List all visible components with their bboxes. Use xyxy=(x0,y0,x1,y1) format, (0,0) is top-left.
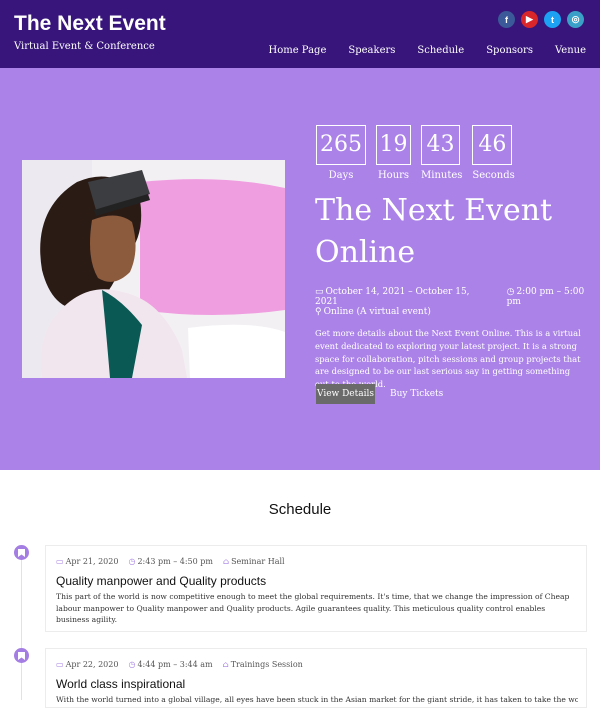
social-links: f ▶ t ◎ xyxy=(498,11,584,28)
schedule-item[interactable]: ▭ Apr 21, 2020 ◷ 2:43 pm – 4:50 pm ⌂ Semina… xyxy=(45,545,587,632)
instagram-icon[interactable]: ◎ xyxy=(567,11,584,28)
site-title[interactable]: The Next Event xyxy=(14,12,166,36)
event-date-text: October 14, 2021 – October 15, 2021 xyxy=(315,287,470,307)
schedule-title: Schedule xyxy=(268,501,332,518)
nav-sponsors[interactable]: Sponsors xyxy=(486,45,533,56)
schedule-time: ◷ 2:43 pm – 4:50 pm xyxy=(128,557,213,566)
clock-icon: ◷ xyxy=(506,287,515,297)
bookmark-icon xyxy=(14,545,29,560)
timeline-line xyxy=(21,550,22,700)
youtube-icon[interactable]: ▶ xyxy=(521,11,538,28)
hero-section: 265 Days 19 Hours 43 Minutes 46 Seconds … xyxy=(0,68,600,470)
site-tagline: Virtual Event & Conference xyxy=(14,41,155,52)
countdown: 265 Days 19 Hours 43 Minutes 46 Seconds xyxy=(316,125,515,181)
countdown-hours: 19 Hours xyxy=(376,125,411,181)
buy-tickets-button[interactable]: Buy Tickets xyxy=(390,384,443,404)
countdown-hours-label: Hours xyxy=(377,170,410,181)
bookmark-icon xyxy=(14,648,29,663)
event-time-text: 2:00 pm – 5:00 pm xyxy=(506,287,585,307)
countdown-days-label: Days xyxy=(328,170,354,181)
site-header: The Next Event Virtual Event & Conferenc… xyxy=(0,0,600,68)
schedule-time: ◷ 4:44 pm – 3:44 am xyxy=(128,660,212,669)
schedule-venue-text: Seminar Hall xyxy=(231,557,285,566)
countdown-hours-value: 19 xyxy=(376,125,411,165)
facebook-icon[interactable]: f xyxy=(498,11,515,28)
schedule-item-title[interactable]: Quality manpower and Quality products xyxy=(56,574,266,588)
event-title: The Next Event Online xyxy=(315,193,553,270)
schedule-venue: ⌂ Trainings Session xyxy=(223,660,303,669)
countdown-minutes: 43 Minutes xyxy=(421,125,462,181)
schedule-date: ▭ Apr 21, 2020 xyxy=(56,557,118,566)
schedule-venue: ⌂ Seminar Hall xyxy=(223,557,285,566)
nav-schedule[interactable]: Schedule xyxy=(417,45,464,56)
clock-icon: ◷ xyxy=(128,557,136,566)
nav-speakers[interactable]: Speakers xyxy=(348,45,395,56)
schedule-date: ▭ Apr 22, 2020 xyxy=(56,660,118,669)
clock-icon: ◷ xyxy=(128,660,136,669)
event-meta: ▭ October 14, 2021 – October 15, 2021 ◷ 2:… xyxy=(315,287,600,307)
schedule-venue-text: Trainings Session xyxy=(230,660,303,669)
twitter-icon[interactable]: t xyxy=(544,11,561,28)
countdown-minutes-label: Minutes xyxy=(421,170,463,181)
countdown-days-value: 265 xyxy=(316,125,366,165)
schedule-item[interactable]: ▭ Apr 22, 2020 ◷ 4:44 pm – 3:44 am ⌂ Traini… xyxy=(45,648,587,708)
schedule-time-text: 2:43 pm – 4:50 pm xyxy=(137,557,213,566)
countdown-days: 265 Days xyxy=(316,125,366,181)
calendar-icon: ▭ xyxy=(315,287,324,297)
main-nav: Home Page Speakers Schedule Sponsors Ven… xyxy=(268,45,586,56)
schedule-item-meta: ▭ Apr 22, 2020 ◷ 4:44 pm – 3:44 am ⌂ Traini… xyxy=(56,660,303,669)
schedule-item-description: This part of the world is now competitiv… xyxy=(56,592,570,624)
event-location: ⚲ Online (A virtual event) xyxy=(315,307,431,317)
schedule-date-text: Apr 21, 2020 xyxy=(65,557,119,566)
event-description: Get more details about the Next Event On… xyxy=(315,328,581,389)
map-pin-icon: ⚲ xyxy=(315,307,322,317)
schedule-item-meta: ▭ Apr 21, 2020 ◷ 2:43 pm – 4:50 pm ⌂ Semina… xyxy=(56,557,285,566)
event-time: ◷ 2:00 pm – 5:00 pm xyxy=(507,287,600,307)
schedule-section: Schedule ▭ Apr 21, 2020 ◷ 2:43 pm – 4:50 p… xyxy=(0,470,600,708)
home-icon: ⌂ xyxy=(222,557,230,566)
countdown-seconds-label: Seconds xyxy=(472,170,515,181)
nav-venue[interactable]: Venue xyxy=(555,45,586,56)
countdown-seconds-value: 46 xyxy=(472,125,513,165)
countdown-seconds: 46 Seconds xyxy=(472,125,515,181)
schedule-item-title[interactable]: World class inspirational xyxy=(56,677,185,691)
event-photo xyxy=(22,160,285,378)
nav-home-page[interactable]: Home Page xyxy=(268,45,326,56)
home-icon: ⌂ xyxy=(222,660,229,669)
countdown-minutes-value: 43 xyxy=(421,125,460,165)
calendar-icon: ▭ xyxy=(56,557,64,566)
schedule-date-text: Apr 22, 2020 xyxy=(65,660,119,669)
schedule-time-text: 4:44 pm – 3:44 am xyxy=(137,660,213,669)
event-date: ▭ October 14, 2021 – October 15, 2021 xyxy=(315,287,493,307)
calendar-icon: ▭ xyxy=(56,660,64,669)
view-details-button[interactable]: View Details xyxy=(316,384,375,404)
event-location-text: Online (A virtual event) xyxy=(323,307,431,317)
